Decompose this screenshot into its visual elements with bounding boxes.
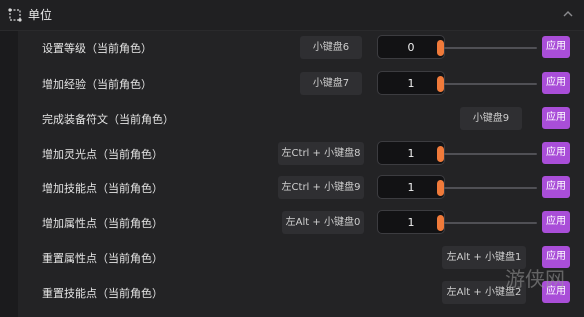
setting-label: 增加技能点（当前角色）	[42, 182, 163, 195]
hotkey-badge: 左Ctrl + 小键盘9	[278, 176, 364, 199]
setting-row-reset-attribute-points: 重置属性点（当前角色） 左Alt + 小键盘1 应用	[18, 241, 584, 275]
setting-label: 增加灵光点（当前角色）	[42, 148, 163, 161]
apply-button[interactable]: 应用	[542, 142, 570, 164]
setting-label: 增加属性点（当前角色）	[42, 217, 163, 230]
setting-row-complete-equipment-runes: 完成装备符文（当前角色） 小键盘9 应用	[18, 102, 584, 136]
watermark: 游侠网	[505, 267, 565, 291]
slider-track	[441, 222, 537, 224]
value-input[interactable]	[377, 71, 445, 95]
value-slider[interactable]	[437, 145, 537, 163]
hotkey-badge: 左Alt + 小键盘0	[282, 211, 364, 234]
value-input[interactable]	[377, 210, 445, 234]
slider-thumb[interactable]	[437, 215, 444, 231]
setting-row-set-level: 设置等级（当前角色） 小键盘6 应用	[18, 31, 584, 65]
apply-button[interactable]: 应用	[542, 211, 570, 233]
slider-thumb[interactable]	[437, 40, 444, 56]
slider-track	[441, 47, 537, 49]
value-slider[interactable]	[437, 75, 537, 93]
value-input[interactable]	[377, 175, 445, 199]
section-header[interactable]: 单位	[0, 0, 584, 31]
hotkey-badge: 小键盘7	[300, 72, 362, 95]
setting-row-add-glow-points: 增加灵光点（当前角色） 左Ctrl + 小键盘8 应用	[18, 137, 584, 171]
slider-thumb[interactable]	[437, 180, 444, 196]
setting-label: 完成装备符文（当前角色）	[42, 113, 174, 126]
hotkey-badge: 左Ctrl + 小键盘8	[278, 142, 364, 165]
apply-button[interactable]: 应用	[542, 72, 570, 94]
slider-track	[441, 187, 537, 189]
hotkey-badge: 小键盘9	[460, 107, 522, 130]
value-input[interactable]	[377, 141, 445, 165]
chevron-up-icon[interactable]	[560, 6, 576, 22]
section-title: 单位	[28, 8, 53, 22]
apply-button[interactable]: 应用	[542, 36, 570, 58]
setting-row-add-experience: 增加经验（当前角色） 小键盘7 应用	[18, 67, 584, 101]
value-slider[interactable]	[437, 39, 537, 57]
units-icon	[8, 8, 22, 22]
slider-thumb[interactable]	[437, 76, 444, 92]
slider-track	[441, 83, 537, 85]
apply-button[interactable]: 应用	[542, 107, 570, 129]
hotkey-badge: 小键盘6	[300, 36, 362, 59]
setting-row-reset-skill-points: 重置技能点（当前角色） 左Alt + 小键盘2 应用	[18, 276, 584, 310]
setting-row-add-attribute-points: 增加属性点（当前角色） 左Alt + 小键盘0 应用	[18, 206, 584, 240]
value-slider[interactable]	[437, 179, 537, 197]
setting-row-add-skill-points: 增加技能点（当前角色） 左Ctrl + 小键盘9 应用	[18, 171, 584, 205]
apply-button[interactable]: 应用	[542, 176, 570, 198]
setting-label: 重置技能点（当前角色）	[42, 287, 163, 300]
slider-thumb[interactable]	[437, 146, 444, 162]
setting-label: 重置属性点（当前角色）	[42, 252, 163, 265]
slider-track	[441, 153, 537, 155]
setting-label: 设置等级（当前角色）	[42, 42, 152, 55]
value-input[interactable]	[377, 35, 445, 59]
setting-label: 增加经验（当前角色）	[42, 78, 152, 91]
value-slider[interactable]	[437, 214, 537, 232]
